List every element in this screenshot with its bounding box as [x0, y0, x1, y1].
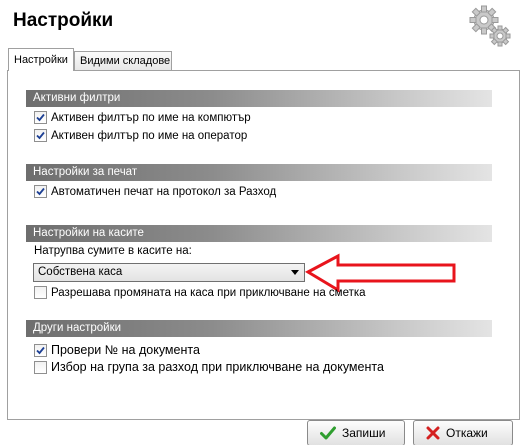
save-button[interactable]: Запиши — [307, 420, 405, 445]
section-cash-settings: Настройки на касите — [26, 225, 492, 242]
auto-print-label: Автоматичен печат на протокол за Разход — [51, 185, 277, 198]
auto-print-checkbox[interactable] — [34, 185, 47, 198]
filter-computer-label: Активен филтър по име на компютър — [51, 111, 251, 124]
checkmark-icon — [320, 426, 336, 440]
filter-operator-row[interactable]: Активен филтър по име на оператор — [34, 129, 247, 142]
expense-group-checkbox[interactable] — [34, 360, 47, 374]
cancel-button[interactable]: Откажи — [413, 420, 513, 445]
section-print-settings: Настройки за печат — [26, 164, 492, 181]
cash-register-select[interactable]: Собствена каса — [33, 263, 305, 282]
filter-operator-checkbox[interactable] — [34, 129, 47, 142]
dropdown-arrow-icon[interactable] — [291, 270, 299, 275]
auto-print-row[interactable]: Автоматичен печат на протокол за Разход — [34, 185, 276, 198]
section-active-filters: Активни филтри — [26, 90, 492, 107]
check-doc-number-row[interactable]: Провери № на документа — [34, 343, 200, 357]
section-other-settings: Други настройки — [26, 320, 492, 337]
window-title: Настройки — [13, 10, 114, 31]
expense-group-label: Избор на група за разход при приключване… — [51, 360, 384, 374]
red-x-icon — [426, 426, 440, 440]
allow-cash-change-label: Разрешава промяната на каса при приключв… — [51, 286, 366, 299]
tab-visible-warehouses[interactable]: Видими складове — [74, 51, 172, 71]
filter-operator-label: Активен филтър по име на оператор — [51, 129, 248, 142]
accumulate-label: Натрупва сумите в касите на: — [34, 245, 192, 257]
save-button-label: Запиши — [342, 426, 386, 440]
cancel-button-label: Откажи — [446, 426, 488, 440]
allow-cash-change-row[interactable]: Разрешава промяната на каса при приключв… — [34, 286, 366, 299]
expense-group-row[interactable]: Избор на група за разход при приключване… — [34, 360, 384, 374]
gears-icon — [466, 3, 514, 49]
filter-computer-row[interactable]: Активен филтър по име на компютър — [34, 111, 251, 124]
check-doc-number-checkbox[interactable] — [34, 343, 47, 357]
allow-cash-change-checkbox[interactable] — [34, 286, 47, 299]
tab-bar: Видими складове Настройки — [0, 48, 527, 71]
tab-settings[interactable]: Настройки — [8, 48, 74, 71]
check-doc-number-label: Провери № на документа — [51, 343, 200, 357]
filter-computer-checkbox[interactable] — [34, 111, 47, 124]
cash-register-select-value: Собствена каса — [38, 266, 123, 278]
window-header: Настройки — [0, 0, 527, 48]
